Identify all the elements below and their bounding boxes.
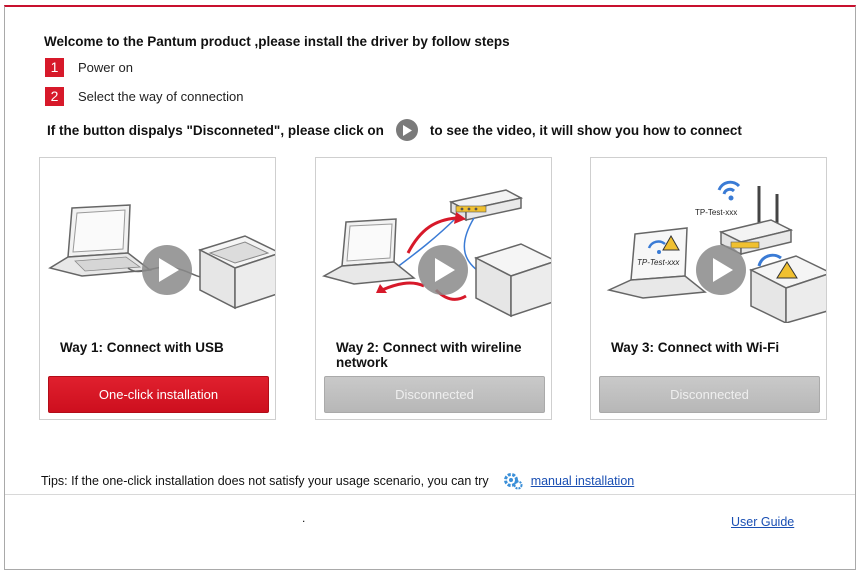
- wifi-icon: [717, 180, 741, 201]
- disconnected-button-wireline[interactable]: Disconnected: [324, 376, 545, 413]
- manual-installation-link[interactable]: manual installation: [531, 474, 635, 488]
- gear-icon: [503, 472, 523, 490]
- welcome-heading: Welcome to the Pantum product ,please in…: [44, 34, 510, 49]
- step-number: 1: [45, 57, 64, 77]
- step-1: 1 Power on: [45, 57, 133, 77]
- play-icon: [395, 119, 418, 141]
- tips-text: Tips: If the one-click installation does…: [41, 474, 489, 488]
- disconnected-button-wifi[interactable]: Disconnected: [599, 376, 820, 413]
- way-title: Way 2: Connect with wireline network: [336, 340, 522, 370]
- divider: [5, 494, 855, 495]
- way-title: Way 3: Connect with Wi-Fi: [611, 340, 780, 355]
- wireline-illustration: [322, 189, 551, 318]
- video-notice: If the button dispalys "Disconneted", pl…: [47, 119, 742, 141]
- card-usb: Way 1: Connect with USB One-click instal…: [39, 157, 276, 420]
- laptop-ssid-label: TP-Test-xxx: [637, 258, 680, 267]
- step-2: 2 Select the way of connection: [45, 86, 244, 106]
- card-wireline: Way 2: Connect with wireline network Dis…: [315, 157, 552, 420]
- one-click-install-button[interactable]: One-click installation: [48, 376, 269, 413]
- usb-illustration: [48, 204, 275, 310]
- tips-row: Tips: If the one-click installation does…: [41, 472, 634, 490]
- step-label: Power on: [78, 59, 133, 75]
- step-number: 2: [45, 86, 64, 106]
- router-ssid-label: TP-Test-xxx: [695, 208, 737, 217]
- notice-text-end: to see the video, it will show you how t…: [429, 122, 742, 138]
- user-guide-link[interactable]: User Guide: [731, 515, 794, 529]
- card-wifi: TP-Test-xxx TP-Test-xxx Way 3: Connect w…: [590, 157, 827, 420]
- step-label: Select the way of connection: [78, 88, 244, 104]
- dot-text: .: [302, 511, 306, 525]
- way-title: Way 1: Connect with USB: [60, 340, 224, 355]
- notice-text: If the button dispalys "Disconneted", pl…: [47, 122, 384, 138]
- wifi-illustration: TP-Test-xxx TP-Test-xxx: [606, 180, 826, 323]
